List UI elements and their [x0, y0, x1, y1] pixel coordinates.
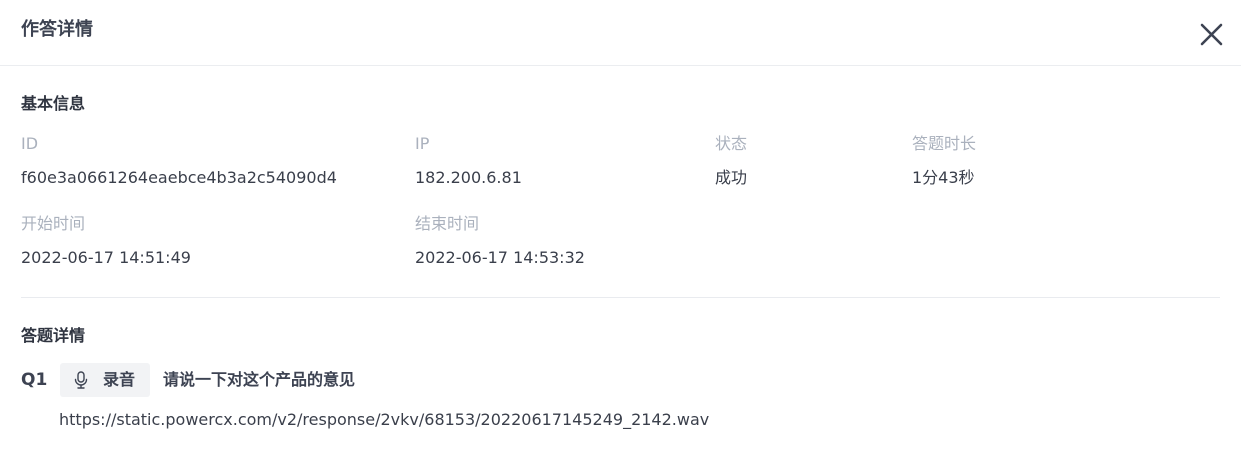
- field-value-id: f60e3a0661264eaebce4b3a2c54090d4: [21, 168, 337, 187]
- close-button[interactable]: [1196, 20, 1226, 50]
- field-value-start-time: 2022-06-17 14:51:49: [21, 248, 191, 267]
- basic-info-title: 基本信息: [21, 94, 86, 113]
- field-label-duration: 答题时长: [912, 134, 977, 153]
- dialog-title: 作答详情: [21, 19, 93, 40]
- section-divider: [21, 297, 1220, 298]
- field-value-ip: 182.200.6.81: [415, 168, 522, 187]
- field-label-status: 状态: [715, 134, 748, 153]
- microphone-icon: [73, 371, 89, 393]
- question-index: Q1: [21, 370, 48, 390]
- field-label-ip: IP: [415, 134, 430, 153]
- question-text: 请说一下对这个产品的意见: [163, 370, 356, 389]
- field-value-status: 成功: [715, 168, 748, 187]
- answer-detail-title: 答题详情: [21, 326, 86, 345]
- answer-recording-link[interactable]: https://static.powercx.com/v2/response/2…: [59, 409, 709, 431]
- field-label-end-time: 结束时间: [415, 214, 480, 233]
- question-type-label: 录音: [103, 370, 136, 389]
- field-value-end-time: 2022-06-17 14:53:32: [415, 248, 585, 267]
- dialog-header: 作答详情: [0, 0, 1241, 66]
- question-type-tag: 录音: [60, 363, 150, 397]
- close-icon: [1200, 23, 1223, 46]
- field-value-duration: 1分43秒: [912, 168, 975, 187]
- field-label-id: ID: [21, 134, 39, 153]
- field-label-start-time: 开始时间: [21, 214, 86, 233]
